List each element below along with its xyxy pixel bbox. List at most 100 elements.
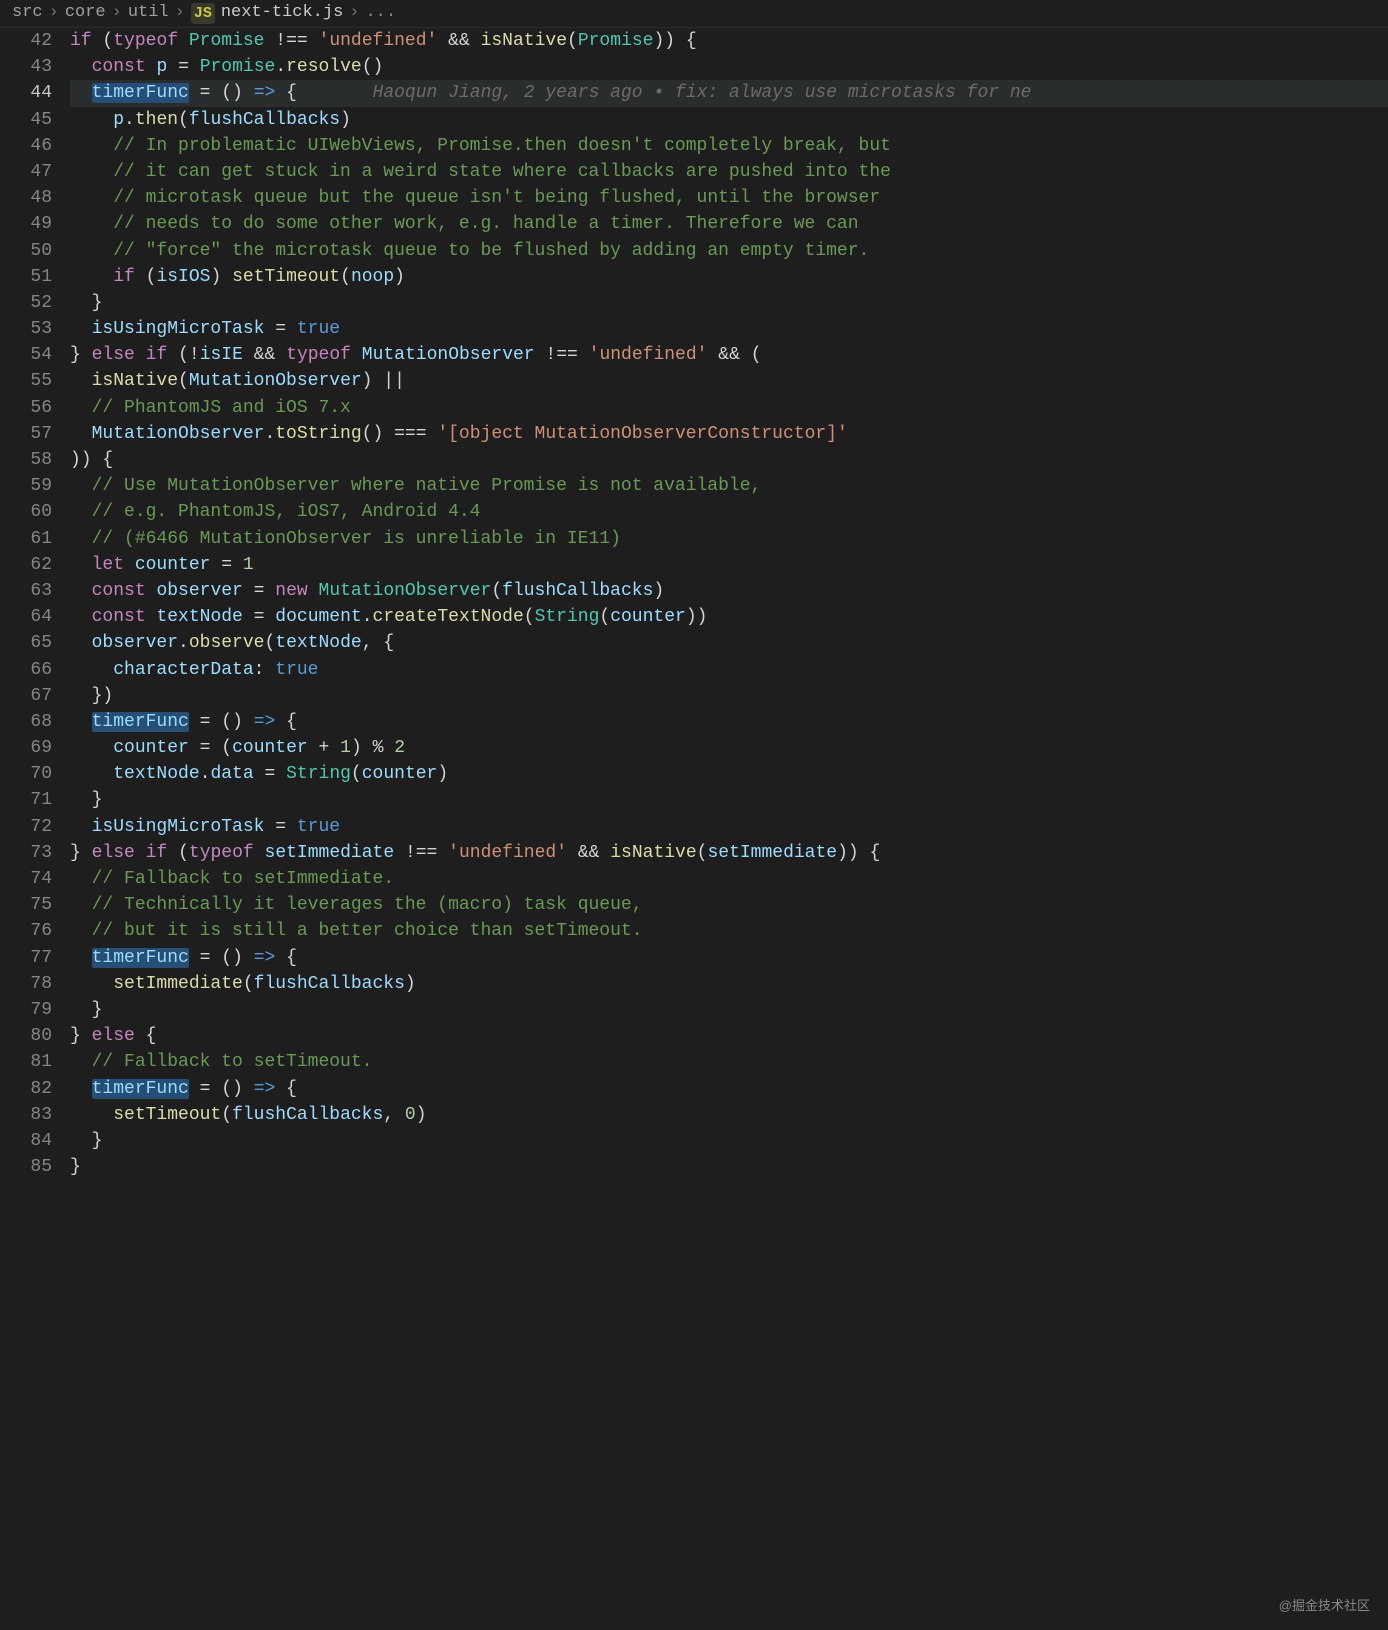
code-line[interactable]: // needs to do some other work, e.g. han… bbox=[70, 211, 1388, 237]
code-line[interactable]: setImmediate(flushCallbacks) bbox=[70, 971, 1388, 997]
code-line[interactable]: setTimeout(flushCallbacks, 0) bbox=[70, 1102, 1388, 1128]
line-number: 83 bbox=[0, 1102, 52, 1128]
line-number: 73 bbox=[0, 840, 52, 866]
watermark: @掘金技术社区 bbox=[1279, 1597, 1370, 1616]
selected-occurrence: timerFunc bbox=[92, 83, 189, 103]
line-number: 55 bbox=[0, 368, 52, 394]
line-number: 45 bbox=[0, 107, 52, 133]
code-line[interactable]: const textNode = document.createTextNode… bbox=[70, 604, 1388, 630]
selected-occurrence: timerFunc bbox=[92, 712, 189, 732]
code-line[interactable]: } bbox=[70, 1128, 1388, 1154]
line-number: 81 bbox=[0, 1049, 52, 1075]
code-line[interactable]: const observer = new MutationObserver(fl… bbox=[70, 578, 1388, 604]
breadcrumb-part[interactable]: util bbox=[128, 1, 169, 26]
line-number: 78 bbox=[0, 971, 52, 997]
line-number: 85 bbox=[0, 1154, 52, 1180]
line-number: 60 bbox=[0, 499, 52, 525]
code-line[interactable]: let counter = 1 bbox=[70, 552, 1388, 578]
line-number: 62 bbox=[0, 552, 52, 578]
line-number: 72 bbox=[0, 814, 52, 840]
line-number: 51 bbox=[0, 264, 52, 290]
code-line[interactable]: } else if (typeof setImmediate !== 'unde… bbox=[70, 840, 1388, 866]
code-line[interactable]: if (isIOS) setTimeout(noop) bbox=[70, 264, 1388, 290]
code-line[interactable]: timerFunc = () => { bbox=[70, 945, 1388, 971]
code-line[interactable]: isUsingMicroTask = true bbox=[70, 814, 1388, 840]
breadcrumb-part[interactable]: src bbox=[12, 1, 43, 26]
breadcrumb-file[interactable]: next-tick.js bbox=[221, 1, 343, 26]
code-line[interactable]: // "force" the microtask queue to be flu… bbox=[70, 238, 1388, 264]
code-line[interactable]: // In problematic UIWebViews, Promise.th… bbox=[70, 133, 1388, 159]
code-line[interactable]: } else { bbox=[70, 1023, 1388, 1049]
code-line[interactable]: MutationObserver.toString() === '[object… bbox=[70, 421, 1388, 447]
git-blame-annotation: Haoqun Jiang, 2 years ago • fix: always … bbox=[373, 83, 1032, 103]
code-line[interactable]: const p = Promise.resolve() bbox=[70, 54, 1388, 80]
code-line[interactable]: textNode.data = String(counter) bbox=[70, 761, 1388, 787]
code-line[interactable]: // Fallback to setImmediate. bbox=[70, 866, 1388, 892]
code-line[interactable]: // (#6466 MutationObserver is unreliable… bbox=[70, 526, 1388, 552]
chevron-right-icon: › bbox=[112, 1, 122, 26]
line-number: 71 bbox=[0, 787, 52, 813]
code-line[interactable]: // PhantomJS and iOS 7.x bbox=[70, 395, 1388, 421]
chevron-right-icon: › bbox=[175, 1, 185, 26]
line-number: 84 bbox=[0, 1128, 52, 1154]
line-number: 53 bbox=[0, 316, 52, 342]
code-line[interactable]: // it can get stuck in a weird state whe… bbox=[70, 159, 1388, 185]
code-line[interactable]: timerFunc = () => { Haoqun Jiang, 2 year… bbox=[70, 80, 1388, 106]
code-line[interactable]: isUsingMicroTask = true bbox=[70, 316, 1388, 342]
code-line[interactable]: )) { bbox=[70, 447, 1388, 473]
line-number-gutter: 4243444546474849505152535455565758596061… bbox=[0, 28, 70, 1630]
code-line[interactable]: p.then(flushCallbacks) bbox=[70, 107, 1388, 133]
breadcrumb[interactable]: src › core › util › JS next-tick.js › ..… bbox=[0, 0, 1388, 28]
code-line[interactable]: // Technically it leverages the (macro) … bbox=[70, 892, 1388, 918]
code-line[interactable]: if (typeof Promise !== 'undefined' && is… bbox=[70, 28, 1388, 54]
chevron-right-icon: › bbox=[349, 1, 359, 26]
code-line[interactable]: } bbox=[70, 1154, 1388, 1180]
line-number: 74 bbox=[0, 866, 52, 892]
line-number: 70 bbox=[0, 761, 52, 787]
code-line[interactable]: } else if (!isIE && typeof MutationObser… bbox=[70, 342, 1388, 368]
line-number: 67 bbox=[0, 683, 52, 709]
code-line[interactable]: observer.observe(textNode, { bbox=[70, 630, 1388, 656]
line-number: 76 bbox=[0, 918, 52, 944]
line-number: 50 bbox=[0, 238, 52, 264]
line-number: 65 bbox=[0, 630, 52, 656]
line-number: 63 bbox=[0, 578, 52, 604]
line-number: 77 bbox=[0, 945, 52, 971]
line-number: 57 bbox=[0, 421, 52, 447]
line-number: 79 bbox=[0, 997, 52, 1023]
code-line[interactable]: }) bbox=[70, 683, 1388, 709]
line-number: 49 bbox=[0, 211, 52, 237]
code-line[interactable]: } bbox=[70, 290, 1388, 316]
code-editor[interactable]: 4243444546474849505152535455565758596061… bbox=[0, 28, 1388, 1630]
line-number: 44 bbox=[0, 80, 52, 106]
chevron-right-icon: › bbox=[49, 1, 59, 26]
breadcrumb-symbol[interactable]: ... bbox=[365, 1, 396, 26]
js-file-icon: JS bbox=[191, 3, 215, 25]
code-content[interactable]: if (typeof Promise !== 'undefined' && is… bbox=[70, 28, 1388, 1630]
selected-occurrence: timerFunc bbox=[92, 1079, 189, 1099]
code-line[interactable]: counter = (counter + 1) % 2 bbox=[70, 735, 1388, 761]
line-number: 66 bbox=[0, 657, 52, 683]
breadcrumb-part[interactable]: core bbox=[65, 1, 106, 26]
code-line[interactable]: timerFunc = () => { bbox=[70, 709, 1388, 735]
code-line[interactable]: // Use MutationObserver where native Pro… bbox=[70, 473, 1388, 499]
code-line[interactable]: timerFunc = () => { bbox=[70, 1076, 1388, 1102]
code-line[interactable]: } bbox=[70, 997, 1388, 1023]
line-number: 48 bbox=[0, 185, 52, 211]
code-line[interactable]: isNative(MutationObserver) || bbox=[70, 368, 1388, 394]
line-number: 82 bbox=[0, 1076, 52, 1102]
code-line[interactable]: // microtask queue but the queue isn't b… bbox=[70, 185, 1388, 211]
line-number: 46 bbox=[0, 133, 52, 159]
code-line[interactable]: characterData: true bbox=[70, 657, 1388, 683]
selected-occurrence: timerFunc bbox=[92, 948, 189, 968]
line-number: 75 bbox=[0, 892, 52, 918]
line-number: 69 bbox=[0, 735, 52, 761]
line-number: 56 bbox=[0, 395, 52, 421]
code-line[interactable]: } bbox=[70, 787, 1388, 813]
line-number: 61 bbox=[0, 526, 52, 552]
code-line[interactable]: // Fallback to setTimeout. bbox=[70, 1049, 1388, 1075]
line-number: 80 bbox=[0, 1023, 52, 1049]
code-line[interactable]: // e.g. PhantomJS, iOS7, Android 4.4 bbox=[70, 499, 1388, 525]
line-number: 59 bbox=[0, 473, 52, 499]
code-line[interactable]: // but it is still a better choice than … bbox=[70, 918, 1388, 944]
